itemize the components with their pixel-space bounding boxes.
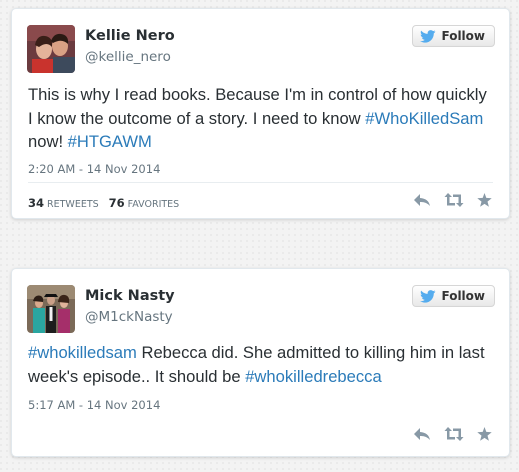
tweet-stats: 34 RETWEETS 76 FAVORITES <box>28 196 189 210</box>
avatar[interactable] <box>27 285 75 333</box>
retweet-icon[interactable] <box>444 427 464 441</box>
retweets-count: 34 <box>28 196 45 210</box>
retweets-stat[interactable]: 34 RETWEETS <box>28 196 99 210</box>
user-handle[interactable]: @M1ckNasty <box>85 309 173 325</box>
favorites-count: 76 <box>108 196 125 210</box>
tweet-actions <box>400 427 492 441</box>
hashtag-link[interactable]: #whokilledrebecca <box>245 367 382 386</box>
favorites-label: FAVORITES <box>127 199 180 210</box>
favorite-icon[interactable] <box>477 427 492 441</box>
tweet-timestamp[interactable]: 2:20 AM - 14 Nov 2014 <box>28 162 160 176</box>
favorite-icon[interactable] <box>477 193 492 207</box>
tweet-actions <box>400 193 492 207</box>
reply-icon[interactable] <box>413 427 431 441</box>
tweet-text: #whokilledsam Rebecca did. She admitted … <box>28 341 495 388</box>
hashtag-link[interactable]: #WhoKilledSam <box>365 109 483 128</box>
reply-icon[interactable] <box>413 193 431 207</box>
avatar[interactable] <box>27 25 75 73</box>
display-name[interactable]: Mick Nasty <box>85 288 175 304</box>
follow-button[interactable]: Follow <box>412 285 495 307</box>
hashtag-link[interactable]: #whokilledsam <box>28 343 137 362</box>
tweet-card: Kellie Nero @kellie_nero Follow This is … <box>11 8 510 219</box>
twitter-bird-icon <box>420 289 437 303</box>
follow-button[interactable]: Follow <box>412 25 495 47</box>
favorites-stat[interactable]: 76 FAVORITES <box>109 196 180 210</box>
tweet-text-segment: now! <box>28 132 68 151</box>
display-name[interactable]: Kellie Nero <box>85 28 175 44</box>
tweet-card: Mick Nasty @M1ckNasty Follow #whokilleds… <box>11 268 510 457</box>
twitter-bird-icon <box>420 29 437 43</box>
user-handle[interactable]: @kellie_nero <box>85 49 171 65</box>
tweet-text: This is why I read books. Because I'm in… <box>28 83 495 154</box>
follow-label: Follow <box>441 289 485 303</box>
retweets-label: RETWEETS <box>47 199 99 210</box>
tweet-timestamp[interactable]: 5:17 AM - 14 Nov 2014 <box>28 398 160 412</box>
divider <box>28 182 493 183</box>
retweet-icon[interactable] <box>444 193 464 207</box>
follow-label: Follow <box>441 29 485 43</box>
hashtag-link[interactable]: #HTGAWM <box>68 132 152 151</box>
